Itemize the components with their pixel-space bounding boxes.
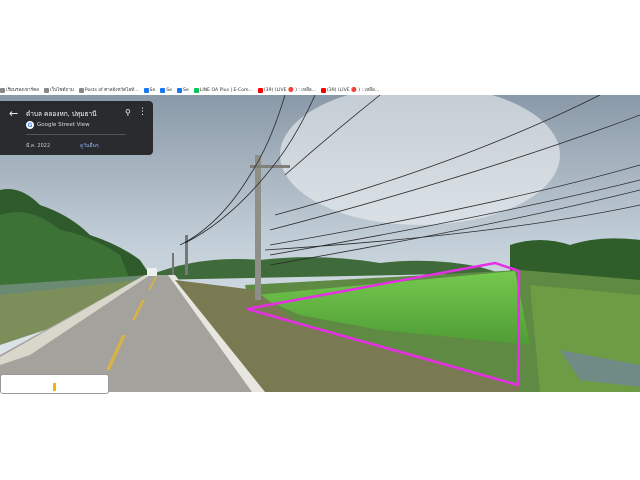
- more-dates-link[interactable]: ดูวันอื่นๆ: [80, 142, 99, 150]
- globe-icon: [0, 87, 5, 93]
- capture-date: มี.ค. 2022: [26, 143, 51, 149]
- bookmark-item[interactable]: Se: [143, 87, 155, 93]
- facebook-icon: [177, 87, 183, 93]
- google-logo-icon: G: [26, 121, 34, 129]
- line-icon: [193, 87, 199, 93]
- back-arrow-icon[interactable]: ←: [9, 107, 18, 120]
- divider: [26, 134, 126, 135]
- location-pin-icon[interactable]: ⚲: [125, 108, 131, 117]
- bookmarks-bar: เรียนรองเขาร์คล เว็บไซต์ถาม Posts of ศาล…: [0, 85, 640, 95]
- more-options-icon[interactable]: ⋮: [138, 107, 147, 117]
- bookmark-item[interactable]: เว็บไซต์ถาม: [43, 87, 74, 94]
- bookmark-item[interactable]: Posts of ศาลจังหวัดไอท์...: [78, 87, 139, 94]
- bookmark-item[interactable]: (39) (LIVE 🔴 ) : เหลือ...: [321, 87, 379, 94]
- bookmark-item[interactable]: เรียนรองเขาร์คล: [0, 87, 39, 94]
- street-view-source: G Google Street View: [26, 121, 90, 129]
- globe-icon: [43, 87, 49, 93]
- globe-icon: [78, 87, 84, 93]
- youtube-icon: [257, 87, 263, 93]
- place-name: ตำบล คลองหก, ปทุมธานี: [26, 110, 97, 118]
- facebook-icon: [160, 87, 166, 93]
- source-label: Google Street View: [37, 122, 90, 128]
- pegman-icon[interactable]: [53, 383, 56, 391]
- minimap[interactable]: [0, 374, 109, 394]
- location-info-panel: ← ตำบล คลองหก, ปทุมธานี ⚲ ⋮ G Google Str…: [0, 101, 153, 155]
- facebook-icon: [143, 87, 149, 93]
- bookmark-item[interactable]: LINE OA Plus | E-Com...: [193, 87, 253, 93]
- bookmark-item[interactable]: Se: [177, 87, 189, 93]
- youtube-icon: [321, 87, 326, 93]
- bookmark-item[interactable]: Se: [160, 87, 172, 93]
- bookmark-item[interactable]: (39) (LIVE 🔴 ) : เหลือ...: [257, 87, 316, 94]
